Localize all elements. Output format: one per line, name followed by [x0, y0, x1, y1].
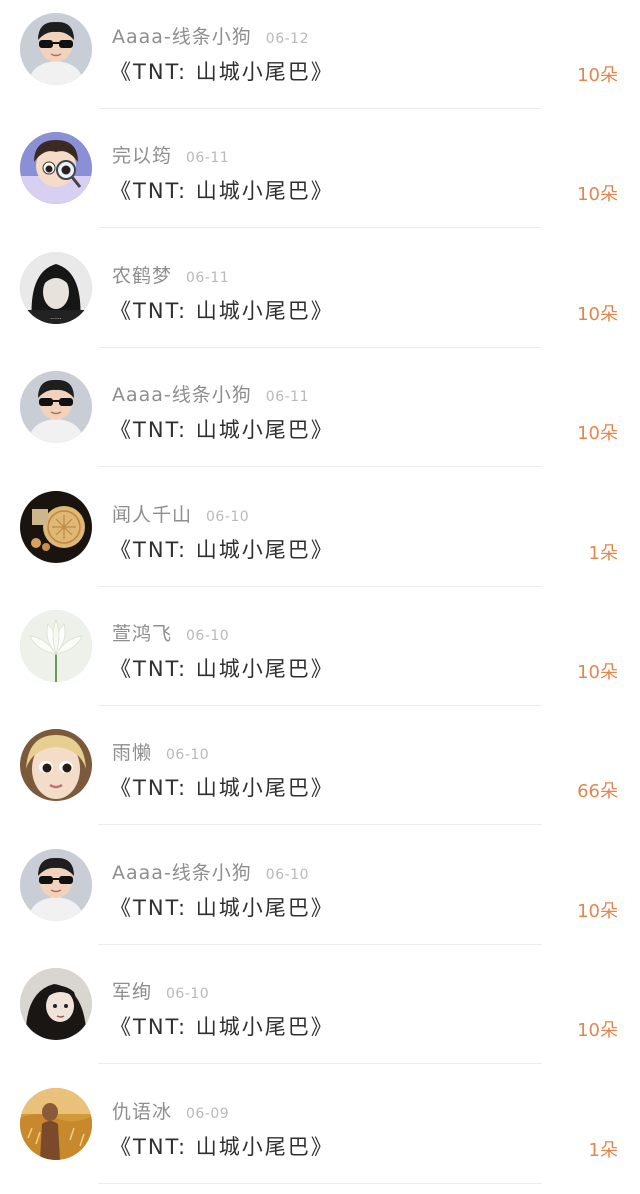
- list-item[interactable]: Aaaa-线条小狗 06-11 《TNT: 山城小尾巴》 10朵: [0, 358, 640, 477]
- flower-amount: 10朵: [577, 303, 618, 325]
- user-meta: 萱鸿飞 06-10: [112, 619, 229, 646]
- row-divider: [98, 346, 542, 348]
- user-meta: 仇语冰 06-09: [112, 1097, 229, 1124]
- user-meta: 军绚 06-10: [112, 977, 209, 1004]
- list-item[interactable]: 雨懒 06-10 《TNT: 山城小尾巴》 66朵: [0, 716, 640, 835]
- book-title-link[interactable]: 《TNT: 山城小尾巴》: [110, 414, 334, 444]
- book-title-link[interactable]: 《TNT: 山城小尾巴》: [110, 1131, 334, 1161]
- row-divider: [98, 108, 542, 109]
- avatar[interactable]: [20, 848, 92, 921]
- row-divider: [98, 824, 542, 826]
- user-meta: 农鹤梦 06-11: [112, 261, 229, 288]
- gift-date: 06-10: [166, 986, 210, 1003]
- gift-date: 06-09: [186, 1105, 230, 1122]
- list-item[interactable]: Aaaa-线条小狗 06-10 《TNT: 山城小尾巴》 10朵: [0, 836, 640, 955]
- username[interactable]: 萱鸿飞: [112, 623, 172, 645]
- row-divider: [98, 1063, 542, 1065]
- avatar[interactable]: [20, 132, 92, 205]
- svg-text:......: ......: [50, 314, 62, 321]
- flower-amount: 10朵: [577, 65, 618, 86]
- username[interactable]: 雨懒: [112, 742, 152, 764]
- book-title-link[interactable]: 《TNT: 山城小尾巴》: [110, 892, 334, 922]
- book-title-link[interactable]: 《TNT: 山城小尾巴》: [110, 56, 334, 86]
- list-item[interactable]: 仇语冰 06-09 《TNT: 山城小尾巴》 1朵: [0, 1075, 640, 1194]
- avatar[interactable]: [20, 371, 92, 444]
- avatar[interactable]: [20, 610, 92, 682]
- row-divider: [98, 585, 542, 587]
- gift-date: 06-11: [186, 150, 230, 167]
- list-item[interactable]: ...... 农鹤梦 06-11 《TNT: 山城小尾巴》 10朵: [0, 239, 640, 358]
- list-item[interactable]: Aaaa-线条小狗 06-12 《TNT: 山城小尾巴》 10朵: [0, 0, 640, 119]
- list-item[interactable]: 完以筠 06-11 《TNT: 山城小尾巴》 10朵: [0, 119, 640, 238]
- username[interactable]: 完以筠: [112, 145, 172, 167]
- username[interactable]: Aaaa-线条小狗: [112, 862, 252, 884]
- username[interactable]: 农鹤梦: [112, 265, 172, 287]
- gift-date: 06-10: [265, 866, 309, 883]
- gift-date: 06-10: [206, 508, 250, 525]
- row-divider: [98, 705, 542, 706]
- avatar[interactable]: [20, 490, 92, 563]
- book-title-link[interactable]: 《TNT: 山城小尾巴》: [110, 1011, 334, 1041]
- username[interactable]: Aaaa-线条小狗: [112, 384, 252, 406]
- username[interactable]: Aaaa-线条小狗: [112, 26, 252, 48]
- flower-amount: 1朵: [588, 1139, 618, 1161]
- username[interactable]: 军绚: [112, 981, 152, 1003]
- row-divider: [98, 466, 542, 468]
- flower-amount: 10朵: [577, 184, 618, 206]
- book-title-link[interactable]: 《TNT: 山城小尾巴》: [110, 175, 334, 205]
- row-divider: [98, 1182, 542, 1184]
- gift-date: 06-10: [166, 747, 210, 764]
- username[interactable]: 闻人千山: [112, 504, 192, 526]
- avatar[interactable]: [20, 729, 92, 802]
- user-meta: 完以筠 06-11: [112, 141, 229, 168]
- avatar[interactable]: [20, 1087, 92, 1160]
- user-meta: Aaaa-线条小狗 06-11: [112, 380, 309, 407]
- avatar[interactable]: ......: [20, 251, 92, 324]
- avatar[interactable]: [20, 968, 92, 1041]
- flower-amount: 10朵: [577, 1020, 618, 1042]
- book-title-link[interactable]: 《TNT: 山城小尾巴》: [110, 295, 334, 325]
- gift-date: 06-11: [186, 269, 230, 286]
- list-item[interactable]: 闻人千山 06-10 《TNT: 山城小尾巴》 1朵: [0, 478, 640, 597]
- flower-amount: 10朵: [577, 662, 618, 683]
- flower-amount: 10朵: [577, 900, 618, 922]
- gift-date: 06-10: [186, 628, 230, 644]
- username[interactable]: 仇语冰: [112, 1101, 172, 1123]
- avatar[interactable]: [20, 13, 92, 85]
- flower-amount: 66朵: [577, 781, 618, 803]
- user-meta: Aaaa-线条小狗 06-10: [112, 858, 309, 885]
- gift-date: 06-12: [265, 31, 309, 47]
- flower-amount: 1朵: [588, 542, 618, 564]
- row-divider: [98, 943, 542, 945]
- user-meta: 雨懒 06-10: [112, 738, 209, 765]
- user-meta: 闻人千山 06-10: [112, 500, 249, 527]
- book-title-link[interactable]: 《TNT: 山城小尾巴》: [110, 772, 334, 802]
- gift-date: 06-11: [265, 389, 309, 406]
- user-meta: Aaaa-线条小狗 06-12: [112, 22, 309, 49]
- book-title-link[interactable]: 《TNT: 山城小尾巴》: [110, 534, 334, 564]
- list-item[interactable]: 萱鸿飞 06-10 《TNT: 山城小尾巴》 10朵: [0, 597, 640, 716]
- row-divider: [98, 227, 542, 229]
- book-title-link[interactable]: 《TNT: 山城小尾巴》: [110, 653, 334, 683]
- list-item[interactable]: 军绚 06-10 《TNT: 山城小尾巴》 10朵: [0, 955, 640, 1074]
- flower-amount: 10朵: [577, 423, 618, 445]
